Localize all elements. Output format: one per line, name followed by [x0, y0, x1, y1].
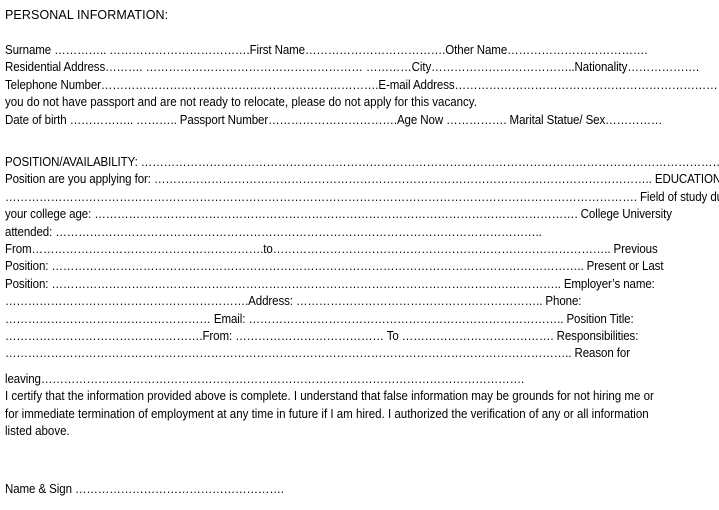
section-heading-personal-information: PERSONAL INFORMATION:	[5, 8, 169, 22]
signature-block: Name & Sign ……………………………………………….	[5, 481, 714, 498]
field-line-reason-for: ……………………………………………………………………………………………………………	[5, 346, 630, 361]
field-line-dob-passport-age-marital: Date of birth …………….. ……….. Passport Num…	[5, 112, 663, 127]
field-line-telephone-email-note: Telephone Number…………………………………………………………………	[5, 77, 719, 92]
field-line-position-availability: POSITION/AVAILABILITY: ………………………………………………	[5, 155, 719, 169]
field-line-name-and-sign: Name & Sign ……………………………………………….	[5, 482, 284, 496]
field-line-residential-address-city-nationality: Residential Address………. ……………………………………………	[5, 60, 700, 75]
certification-text-line-1: I certify that the information provided …	[5, 389, 654, 404]
field-line-email-position-title: ……………………………………………… Email: ………………………………………	[5, 311, 634, 326]
field-line-surname-firstname-othername: Surname ………….. ……………………………….First Name………	[5, 43, 648, 57]
field-line-position-present-or-last: Position: …………………………………………………………………………………	[5, 259, 664, 274]
field-line-from-to-responsibilities: …………………………………………….From: ………………………………… To…	[5, 328, 639, 343]
field-line-position-employer-name: Position: …………………………………………………………………………………	[5, 276, 655, 291]
certification-block: leaving…………………………………………………………………………………………	[5, 371, 714, 441]
field-line-position-applying-for-education: Position are you applying for: …………………………	[5, 172, 719, 187]
personal-information-fields: Surname ………….. ……………………………….First Name………	[5, 42, 719, 129]
field-line-field-of-study: ……………………………………………………………………………………………………………	[5, 189, 719, 204]
field-line-from-to-previous: From…………………………………………………….to……………………………………	[5, 241, 658, 256]
field-line-attended: attended: …………………………………………………………………………………	[5, 224, 542, 239]
note-passport-relocate: you do not have passport and are not rea…	[5, 95, 477, 110]
application-form-page: PERSONAL INFORMATION: Surname ………….. …………	[0, 0, 719, 510]
position-availability-education-employment-fields: POSITION/AVAILABILITY: ………………………………………………	[5, 154, 719, 363]
field-line-address-phone: ……………………………………………………….Address: …………………………	[5, 294, 582, 309]
field-line-leaving: leaving…………………………………………………………………………………………	[5, 372, 525, 386]
field-line-college-age-university: your college age: ……………………………………………………………	[5, 207, 672, 222]
certification-text-line-3: listed above.	[5, 424, 70, 439]
certification-text-line-2: for immediate termination of employment …	[5, 406, 649, 421]
